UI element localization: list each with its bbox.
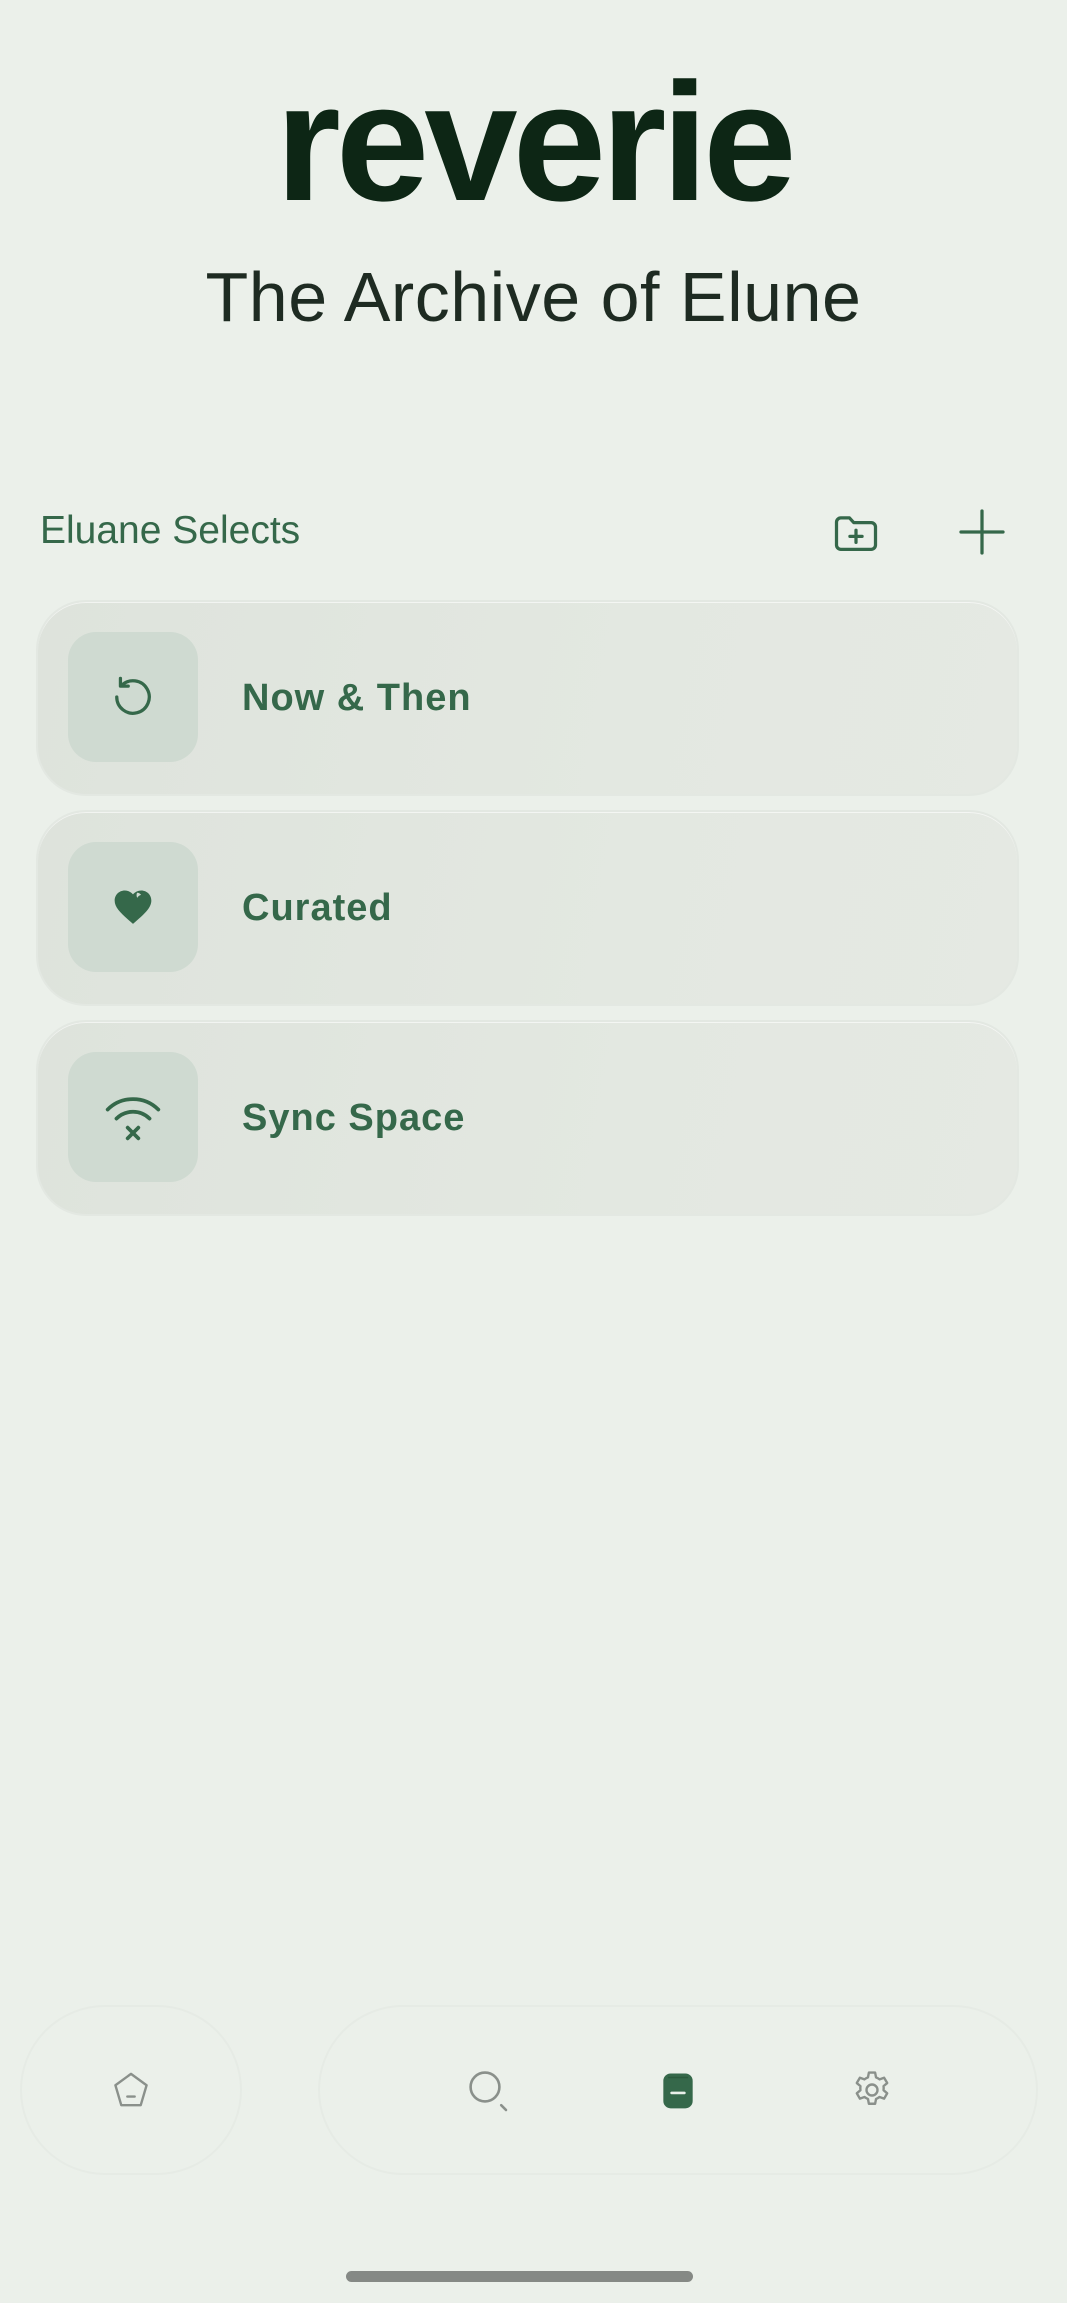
- app-title: reverie: [275, 48, 796, 236]
- collection-label: Now & Then: [242, 676, 472, 719]
- collection-label: Curated: [242, 886, 393, 929]
- collection-card-now-and-then[interactable]: Now & Then: [36, 600, 1019, 796]
- search-icon: [469, 2071, 508, 2112]
- plus-icon: [959, 509, 1005, 555]
- heart-icon: [114, 890, 152, 924]
- home-indicator[interactable]: [346, 2271, 693, 2282]
- nav-settings-button[interactable]: [832, 2050, 912, 2130]
- section-header: Eluane Selects: [40, 496, 1027, 568]
- card-icon-tile: [68, 632, 198, 762]
- new-folder-button[interactable]: [820, 496, 892, 568]
- folder-plus-icon: [834, 516, 878, 551]
- add-button[interactable]: [946, 496, 1018, 568]
- collection-list: Now & Then Curated Sync Space: [36, 600, 1019, 1230]
- card-icon-tile: [68, 1052, 198, 1182]
- collection-card-curated[interactable]: Curated: [36, 810, 1019, 1006]
- library-icon: [663, 2073, 693, 2109]
- bottom-nav-bar: [318, 2005, 1038, 2175]
- nav-library-button[interactable]: [638, 2050, 718, 2130]
- gear-icon: [855, 2071, 889, 2105]
- card-icon-tile: [68, 842, 198, 972]
- history-icon: [115, 676, 151, 715]
- collection-card-sync-space[interactable]: Sync Space: [36, 1020, 1019, 1216]
- nav-search-button[interactable]: [448, 2050, 528, 2130]
- app-subtitle: The Archive of Elune: [205, 258, 862, 336]
- collection-label: Sync Space: [242, 1096, 466, 1139]
- wifi-off-icon: [105, 1097, 161, 1141]
- nav-home-button[interactable]: [20, 2005, 242, 2175]
- section-title: Eluane Selects: [40, 509, 301, 552]
- home-icon: [114, 2072, 148, 2107]
